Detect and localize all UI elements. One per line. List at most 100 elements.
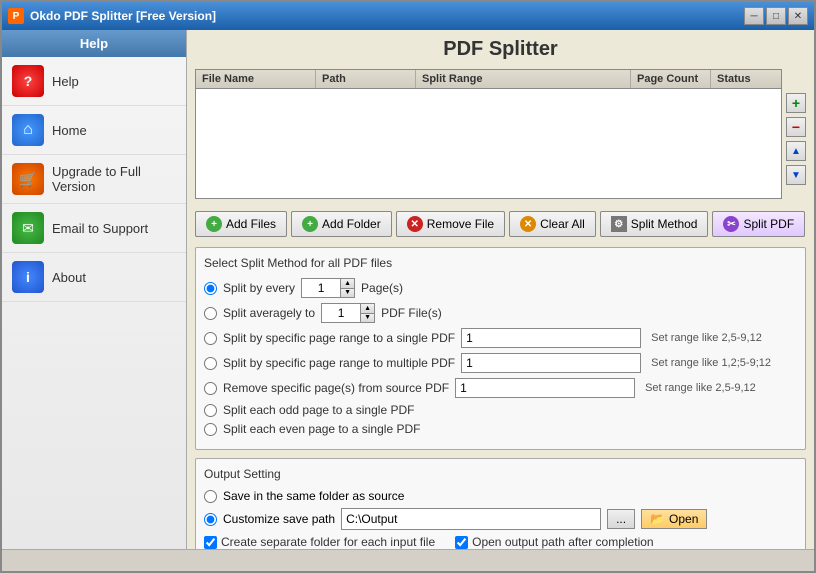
open-button[interactable]: 📂 Open [641,509,707,529]
col-pagecount: Page Count [631,70,711,88]
split-every-input[interactable] [301,278,341,298]
even-page-radio[interactable] [204,423,217,436]
sidebar-item-upgrade[interactable]: 🛒 Upgrade to Full Version [2,155,186,204]
file-list-body [196,89,781,189]
split-pdf-icon: ✂ [723,216,739,232]
split-every-post: Page(s) [361,281,403,295]
sidebar-home-label: Home [52,123,87,138]
odd-page-radio[interactable] [204,404,217,417]
split-averagely-input[interactable] [321,303,361,323]
browse-button[interactable]: ... [607,509,635,529]
split-averagely-up[interactable]: ▲ [361,304,374,314]
split-averagely-row: Split averagely to ▲ ▼ PDF File(s) [204,303,797,323]
minimize-button[interactable]: ─ [744,7,764,25]
remove-row-button[interactable]: − [786,117,806,137]
split-multiple-row: Split by specific page range to multiple… [204,353,797,373]
split-single-radio[interactable] [204,332,217,345]
clear-all-label: Clear All [540,217,585,231]
split-pdf-button[interactable]: ✂ Split PDF [712,211,805,237]
email-icon: ✉ [12,212,44,244]
remove-file-label: Remove File [427,217,494,231]
output-path-input[interactable] [341,508,601,530]
sidebar: Help ? Help ⌂ Home 🛒 Upgrade to Full Ver… [2,30,187,549]
window-title: Okdo PDF Splitter [Free Version] [30,9,216,23]
app-icon: P [8,8,24,24]
close-button[interactable]: ✕ [788,7,808,25]
open-output-text: Open output path after completion [472,535,653,549]
add-files-icon: + [206,216,222,232]
col-filename: File Name [196,70,316,88]
open-output-checkbox[interactable] [455,536,468,549]
split-method-icon: ⚙ [611,216,627,232]
remove-file-icon: ✕ [407,216,423,232]
odd-page-row: Split each odd page to a single PDF [204,403,797,417]
split-single-label: Split by specific page range to a single… [223,331,455,345]
split-method-button[interactable]: ⚙ Split Method [600,211,709,237]
action-buttons: + Add Files + Add Folder ✕ Remove File ✕… [195,211,806,237]
split-every-up[interactable]: ▲ [341,279,354,289]
remove-file-button[interactable]: ✕ Remove File [396,211,505,237]
about-icon: i [12,261,44,293]
add-folder-icon: + [302,216,318,232]
split-averagely-pre: Split averagely to [223,306,315,320]
add-folder-label: Add Folder [322,217,381,231]
remove-specific-hint: Set range like 2,5-9,12 [645,382,756,394]
custom-path-radio[interactable] [204,513,217,526]
split-single-input[interactable] [461,328,641,348]
even-page-row: Split each even page to a single PDF [204,422,797,436]
custom-path-label: Customize save path [223,512,335,526]
clear-all-icon: ✕ [520,216,536,232]
separate-folder-label: Create separate folder for each input fi… [204,535,435,549]
title-bar-buttons: ─ □ ✕ [744,7,808,25]
split-section: Select Split Method for all PDF files Sp… [195,247,806,450]
split-multiple-radio[interactable] [204,357,217,370]
split-multiple-hint: Set range like 1,2;5-9;12 [651,357,771,369]
sidebar-item-about[interactable]: i About [2,253,186,302]
split-averagely-post: PDF File(s) [381,306,442,320]
clear-all-button[interactable]: ✕ Clear All [509,211,596,237]
same-folder-row: Save in the same folder as source [204,489,797,503]
remove-specific-input[interactable] [455,378,635,398]
home-icon: ⌂ [12,114,44,146]
move-down-button[interactable]: ▼ [786,165,806,185]
add-row-button[interactable]: + [786,93,806,113]
file-list-wrapper: File Name Path Split Range Page Count St… [195,69,806,205]
split-method-label: Split Method [631,217,698,231]
help-icon: ? [12,65,44,97]
move-up-button[interactable]: ▲ [786,141,806,161]
upgrade-icon: 🛒 [12,163,44,195]
col-splitrange: Split Range [416,70,631,88]
sidebar-header: Help [2,30,186,57]
split-averagely-down[interactable]: ▼ [361,314,374,323]
sidebar-item-email[interactable]: ✉ Email to Support [2,204,186,253]
split-every-radio[interactable] [204,282,217,295]
split-averagely-radio[interactable] [204,307,217,320]
split-single-hint: Set range like 2,5-9,12 [651,332,762,344]
title-bar: P Okdo PDF Splitter [Free Version] ─ □ ✕ [2,2,814,30]
same-folder-radio[interactable] [204,490,217,503]
sidebar-email-label: Email to Support [52,221,148,236]
restore-button[interactable]: □ [766,7,786,25]
folder-open-icon: 📂 [650,512,665,526]
add-files-button[interactable]: + Add Files [195,211,287,237]
sidebar-about-label: About [52,270,86,285]
split-every-pre: Split by every [223,281,295,295]
remove-specific-radio[interactable] [204,382,217,395]
open-output-label: Open output path after completion [455,535,653,549]
same-folder-label: Save in the same folder as source [223,489,404,503]
sidebar-item-help[interactable]: ? Help [2,57,186,106]
split-multiple-input[interactable] [461,353,641,373]
split-every-row: Split by every ▲ ▼ Page(s) [204,278,797,298]
file-list-header: File Name Path Split Range Page Count St… [196,70,781,89]
output-section: Output Setting Save in the same folder a… [195,458,806,549]
sidebar-help-label: Help [52,74,79,89]
col-status: Status [711,70,781,88]
separate-folder-checkbox[interactable] [204,536,217,549]
remove-specific-row: Remove specific page(s) from source PDF … [204,378,797,398]
split-every-down[interactable]: ▼ [341,289,354,298]
split-multiple-label: Split by specific page range to multiple… [223,356,455,370]
add-folder-button[interactable]: + Add Folder [291,211,392,237]
split-single-row: Split by specific page range to a single… [204,328,797,348]
sidebar-item-home[interactable]: ⌂ Home [2,106,186,155]
separate-folder-text: Create separate folder for each input fi… [221,535,435,549]
